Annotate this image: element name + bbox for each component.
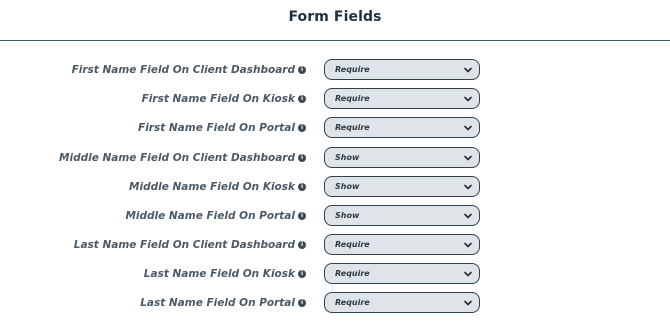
select-value: Show: [335, 211, 360, 220]
select-value: Require: [335, 269, 370, 278]
middle-name-portal-select[interactable]: Show: [324, 205, 480, 226]
middle-name-kiosk-select[interactable]: Show: [324, 176, 480, 197]
select-value: Show: [335, 182, 360, 191]
info-icon[interactable]: i: [298, 299, 306, 307]
field-label: First Name Field On Portal: [138, 122, 295, 134]
field-label: First Name Field On Client Dashboard: [71, 64, 295, 76]
page-header: Form Fields: [0, 0, 670, 41]
info-icon[interactable]: i: [298, 212, 306, 220]
field-label: First Name Field On Kiosk: [141, 93, 295, 105]
form-row-first-name-portal: First Name Field On Portal i Require: [0, 117, 670, 139]
form-row-first-name-client-dashboard: First Name Field On Client Dashboard i R…: [0, 59, 670, 81]
info-icon[interactable]: i: [298, 154, 306, 162]
select-value: Require: [335, 65, 370, 74]
last-name-portal-select[interactable]: Require: [324, 292, 480, 313]
field-label: Last Name Field On Portal: [140, 297, 295, 309]
form-row-last-name-client-dashboard: Last Name Field On Client Dashboard i Re…: [0, 234, 670, 256]
select-value: Show: [335, 153, 360, 162]
middle-name-client-dashboard-select[interactable]: Show: [324, 147, 480, 168]
chevron-down-icon: [464, 96, 472, 102]
field-label: Middle Name Field On Portal: [125, 210, 295, 222]
select-value: Require: [335, 123, 370, 132]
chevron-down-icon: [464, 155, 472, 161]
chevron-down-icon: [464, 125, 472, 131]
chevron-down-icon: [464, 213, 472, 219]
field-label: Middle Name Field On Client Dashboard: [59, 152, 295, 164]
form-row-middle-name-portal: Middle Name Field On Portal i Show: [0, 205, 670, 227]
select-value: Require: [335, 94, 370, 103]
field-label: Middle Name Field On Kiosk: [129, 181, 295, 193]
info-icon[interactable]: i: [298, 66, 306, 74]
form-row-last-name-portal: Last Name Field On Portal i Require: [0, 292, 670, 314]
info-icon[interactable]: i: [298, 270, 306, 278]
first-name-kiosk-select[interactable]: Require: [324, 88, 480, 109]
info-icon[interactable]: i: [298, 183, 306, 191]
chevron-down-icon: [464, 184, 472, 190]
last-name-kiosk-select[interactable]: Require: [324, 263, 480, 284]
first-name-client-dashboard-select[interactable]: Require: [324, 59, 480, 80]
form-row-last-name-kiosk: Last Name Field On Kiosk i Require: [0, 263, 670, 285]
field-label: Last Name Field On Client Dashboard: [73, 239, 295, 251]
select-value: Require: [335, 240, 370, 249]
field-label: Last Name Field On Kiosk: [143, 268, 295, 280]
chevron-down-icon: [464, 67, 472, 73]
info-icon[interactable]: i: [298, 124, 306, 132]
chevron-down-icon: [464, 242, 472, 248]
last-name-client-dashboard-select[interactable]: Require: [324, 234, 480, 255]
info-icon[interactable]: i: [298, 95, 306, 103]
info-icon[interactable]: i: [298, 241, 306, 249]
form-row-first-name-kiosk: First Name Field On Kiosk i Require: [0, 88, 670, 110]
chevron-down-icon: [464, 271, 472, 277]
form-row-middle-name-client-dashboard: Middle Name Field On Client Dashboard i …: [0, 147, 670, 169]
select-value: Require: [335, 298, 370, 307]
first-name-portal-select[interactable]: Require: [324, 117, 480, 138]
form-row-middle-name-kiosk: Middle Name Field On Kiosk i Show: [0, 176, 670, 198]
page-title: Form Fields: [288, 9, 382, 25]
chevron-down-icon: [464, 300, 472, 306]
